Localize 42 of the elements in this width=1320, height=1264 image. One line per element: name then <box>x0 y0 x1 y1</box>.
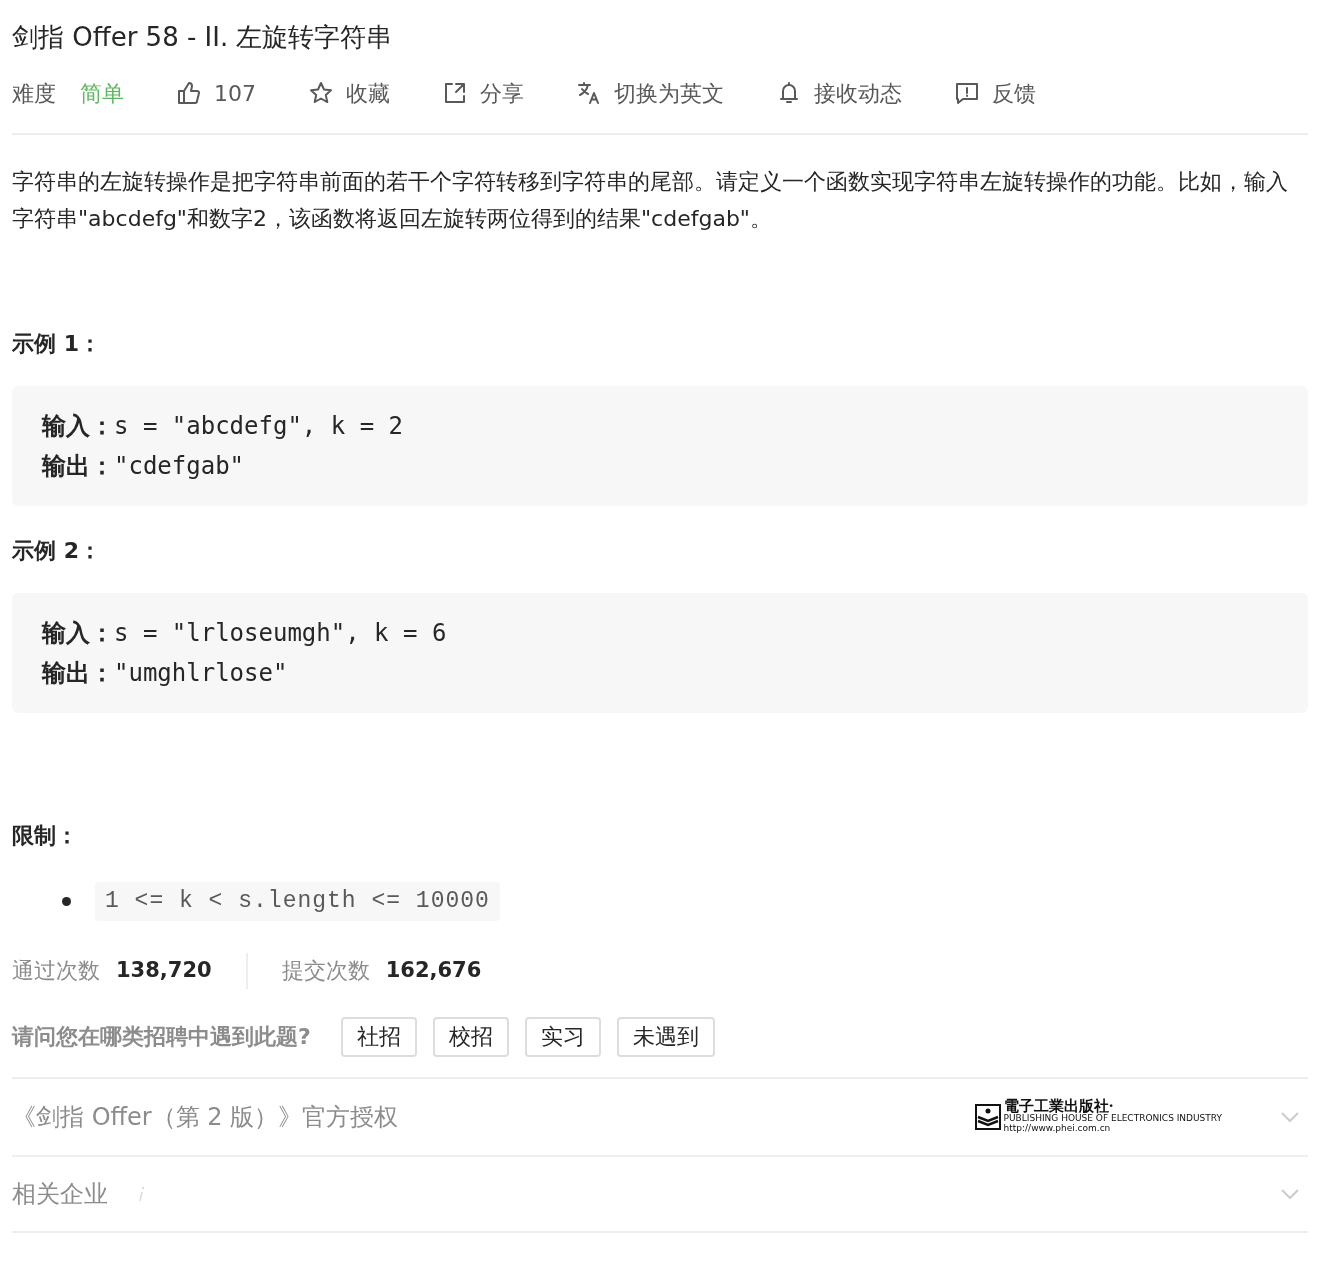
survey-question: 请问您在哪类招聘中遇到此题? <box>12 1023 311 1052</box>
code-text: s = "abcdefg", k = 2 <box>114 411 403 443</box>
survey-option-button[interactable]: 校招 <box>432 1016 509 1057</box>
bullet-icon <box>62 896 71 906</box>
chevron-down-icon[interactable] <box>1280 1187 1300 1200</box>
code-label: 输入： <box>42 618 114 650</box>
action-button[interactable]: 反馈 <box>954 76 1036 110</box>
stat-label: 提交次数 <box>281 957 370 986</box>
inline-code: 1 <= k < s.length <= 10000 <box>95 882 500 921</box>
stat-label: 通过次数 <box>12 957 100 986</box>
publisher-subtitle: PUBLISHING HOUSE OF ELECTRONICS INDUSTRY <box>1003 1114 1222 1124</box>
survey-option-button[interactable]: 社招 <box>340 1016 417 1057</box>
chevron-down-icon[interactable] <box>1280 1110 1300 1123</box>
feedback-icon <box>954 80 980 107</box>
stat-value: 162,676 <box>385 956 482 984</box>
code-label: 输出： <box>42 451 114 483</box>
constraints-heading: 限制： <box>12 822 78 851</box>
action-button[interactable]: 107 <box>176 76 256 110</box>
example-heading: 示例 2： <box>12 537 101 566</box>
code-label: 输入： <box>42 411 114 443</box>
action-button[interactable]: 切换为英文 <box>576 76 724 110</box>
survey-option-button[interactable]: 实习 <box>524 1016 601 1057</box>
action-button[interactable]: 收藏 <box>308 76 390 110</box>
publisher-name: 電子工業出版社· <box>1003 1099 1114 1115</box>
publisher-emblem-icon <box>974 1103 1001 1130</box>
code-text: s = "lrloseumgh", k = 6 <box>114 618 447 650</box>
stat-value: 138,720 <box>116 956 212 984</box>
code-label: 输出： <box>42 658 114 690</box>
info-icon[interactable] <box>138 1184 146 1203</box>
difficulty-label: 难度 <box>12 79 56 108</box>
description-paragraph: 字符串的左旋转操作是把字符串前面的若干个字符转移到字符串的尾部。请定义一个函数实现字符串左旋转操作的功能。比如，输入字符串"abcdefg"和数字2，该函数将返回左旋转两位得到的结果"cdefgab"。 <box>12 168 1289 234</box>
thumbs-up-icon <box>176 80 202 107</box>
survey-option-button[interactable]: 未遇到 <box>616 1016 715 1057</box>
problem-title: 剑指 Offer 58 - II. 左旋转字符串 <box>12 22 394 54</box>
example-heading: 示例 1： <box>12 330 101 359</box>
action-button[interactable]: 接收动态 <box>776 76 902 110</box>
action-button[interactable]: 分享 <box>442 76 524 110</box>
code-text: "cdefgab" <box>114 451 245 483</box>
translate-icon <box>576 80 602 107</box>
publisher-url: http://www.phei.com.cn <box>1003 1124 1112 1135</box>
difficulty-level: 简单 <box>80 79 124 108</box>
code-text: "umghlrlose" <box>114 658 288 690</box>
